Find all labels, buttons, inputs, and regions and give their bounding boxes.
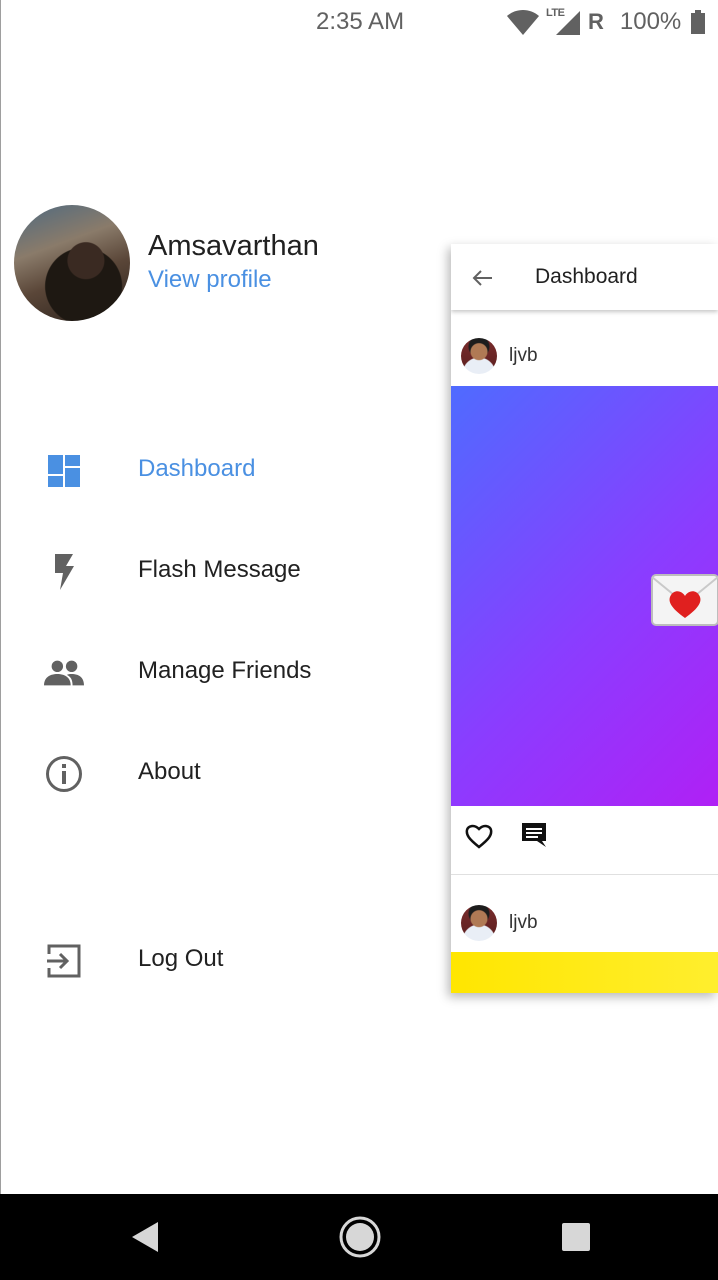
post-username: ljvb bbox=[509, 912, 538, 933]
profile-name: Amsavarthan bbox=[148, 230, 319, 262]
post-actions bbox=[451, 806, 718, 874]
view-profile-link[interactable]: View profile bbox=[148, 266, 272, 294]
post-header[interactable]: ljvb bbox=[461, 903, 538, 943]
nav-recents-icon[interactable] bbox=[553, 1214, 599, 1260]
menu-item-about[interactable]: About bbox=[0, 744, 420, 804]
post-avatar bbox=[461, 338, 497, 374]
flash-icon bbox=[44, 554, 84, 590]
dashboard-icon bbox=[44, 453, 84, 489]
wifi-icon bbox=[507, 10, 539, 35]
battery-percentage: 100% bbox=[619, 8, 682, 35]
navigation-bar bbox=[0, 1194, 718, 1280]
post-image[interactable] bbox=[451, 386, 718, 806]
menu-label-log-out: Log Out bbox=[138, 945, 224, 972]
preview-title: Dashboard bbox=[535, 265, 638, 288]
profile-avatar[interactable] bbox=[14, 205, 130, 321]
status-bar: 2:35 AM LTE R 100% bbox=[0, 0, 718, 44]
comment-icon[interactable] bbox=[521, 822, 547, 848]
menu-item-flash-message[interactable]: Flash Message bbox=[0, 542, 420, 602]
battery-icon bbox=[691, 10, 706, 34]
status-icons: LTE R 100% bbox=[506, 6, 706, 38]
post-divider bbox=[451, 874, 718, 875]
info-icon bbox=[44, 756, 84, 792]
back-arrow-icon[interactable] bbox=[471, 266, 495, 290]
post-image[interactable] bbox=[451, 952, 718, 993]
menu-label-manage-friends: Manage Friends bbox=[138, 657, 312, 684]
menu-label-about: About bbox=[138, 758, 201, 785]
people-icon bbox=[44, 655, 84, 691]
preview-toolbar: Dashboard bbox=[451, 244, 718, 310]
post-header[interactable]: ljvb bbox=[461, 336, 538, 376]
cellular-signal-icon: LTE bbox=[546, 7, 582, 37]
menu-item-manage-friends[interactable]: Manage Friends bbox=[0, 643, 420, 703]
menu-item-log-out[interactable]: Log Out bbox=[0, 931, 420, 991]
post-username: ljvb bbox=[509, 345, 538, 366]
dashboard-preview[interactable]: Dashboard ljvb ljvb bbox=[451, 244, 718, 993]
roaming-indicator: R bbox=[588, 9, 604, 34]
like-heart-icon[interactable] bbox=[465, 823, 493, 849]
network-type-label: LTE bbox=[546, 7, 565, 19]
nav-back-icon[interactable] bbox=[122, 1214, 168, 1260]
status-time: 2:35 AM bbox=[316, 8, 405, 35]
love-letter-emoji bbox=[651, 574, 718, 626]
logout-icon bbox=[44, 943, 84, 979]
menu-label-dashboard: Dashboard bbox=[138, 455, 256, 482]
nav-home-icon[interactable] bbox=[337, 1214, 383, 1260]
menu-item-dashboard[interactable]: Dashboard bbox=[0, 441, 420, 501]
post-avatar bbox=[461, 905, 497, 941]
menu-label-flash-message: Flash Message bbox=[138, 556, 301, 583]
